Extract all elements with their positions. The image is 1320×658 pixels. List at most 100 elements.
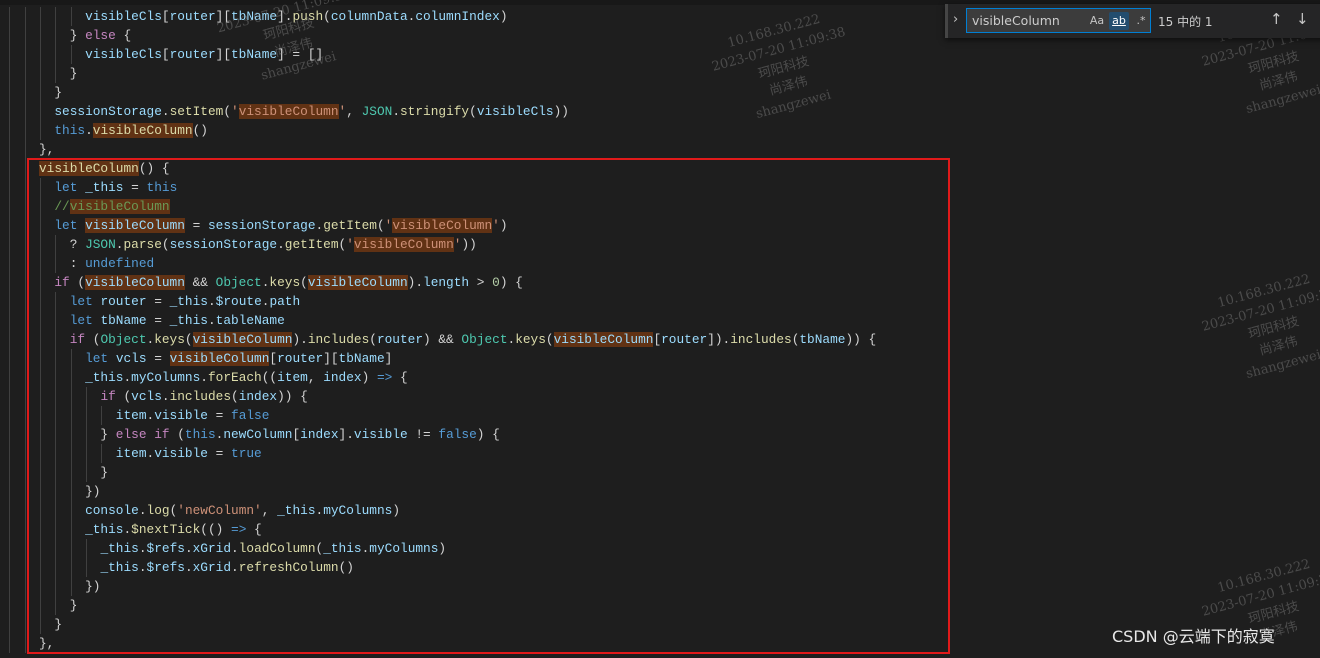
code-token: ( [223,104,232,119]
code-token: newColumn [223,427,293,442]
code-token: ) [499,218,508,233]
code-token: router [661,332,708,347]
indent-guide [9,501,11,520]
code-line[interactable]: } [39,64,78,83]
code-line[interactable]: let visibleColumn = sessionStorage.getIt… [39,216,508,235]
code-line[interactable]: }, [39,634,54,653]
code-token: )) [553,104,569,119]
code-line[interactable]: item.visible = true [39,444,262,463]
code-token: JSON [85,237,116,252]
code-token: Object [215,275,262,290]
code-token: ( [369,332,377,347]
code-line[interactable]: _this.$nextTick(() => { [39,520,262,539]
code-token: if [69,332,86,347]
code-token: ] = [] [277,47,324,62]
code-token: . [161,104,170,119]
code-token: ' [492,218,500,233]
code-editor[interactable]: visibleCls[router][tbName].push(columnDa… [0,0,1320,655]
code-token: ][ [323,351,339,366]
indent-guide [24,311,26,330]
code-line[interactable]: if (Object.keys(visibleColumn).includes(… [39,330,876,349]
code-token: sessionStorage [54,104,162,119]
code-line[interactable]: let router = _this.$route.path [39,292,300,311]
code-line[interactable]: if (visibleColumn && Object.keys(visible… [39,273,523,292]
code-line[interactable]: } [39,596,78,615]
toggle-replace-chevron-icon[interactable]: › [953,12,958,27]
code-token: )) { [845,332,877,347]
search-match: visibleColumn [553,332,654,347]
code-line[interactable]: } else { [39,26,131,45]
arrow-up-icon[interactable]: ↑ [1270,10,1283,28]
code-line[interactable]: } [39,83,62,102]
code-line[interactable]: _this.myColumns.forEach((item, index) =>… [39,368,408,387]
indent-guide [24,26,26,45]
indent-guide [9,368,11,387]
code-token: this [54,123,86,138]
code-token: [ [269,351,278,366]
code-line[interactable]: let _this = this [39,178,177,197]
indent-guide [24,216,26,235]
indent-guide [9,596,11,615]
code-line[interactable]: } [39,615,62,634]
code-token: } [39,427,116,442]
find-input[interactable]: visibleColumn Aa ab .* [966,8,1151,33]
code-token: = [184,218,208,233]
code-token: () { [138,161,170,176]
code-line[interactable]: this.visibleColumn() [39,121,208,140]
code-line[interactable]: let vcls = visibleColumn[router][tbName] [39,349,392,368]
code-token: $refs [146,560,185,575]
code-token: , [346,104,362,119]
code-token: > [469,275,493,290]
code-line[interactable]: : undefined [39,254,155,273]
indent-guide [24,159,26,178]
search-match: visibleColumn [238,104,339,119]
code-line[interactable]: ? JSON.parse(sessionStorage.getItem('vis… [39,235,477,254]
code-token: item [115,446,147,461]
regex-toggle[interactable]: .* [1131,12,1151,30]
code-token: . [138,541,147,556]
indent-guide [9,83,11,102]
code-token: else if [115,427,170,442]
code-line[interactable]: } [39,463,108,482]
code-token: tbName [100,313,147,328]
whole-word-toggle[interactable]: ab [1109,12,1129,30]
code-token: => [376,370,393,385]
code-line[interactable]: sessionStorage.setItem('visibleColumn', … [39,102,569,121]
code-token: && [184,275,216,290]
code-token: ) [392,503,401,518]
code-token: ( [323,9,331,24]
code-token: } [39,598,78,613]
code-token: [ [653,332,662,347]
code-token: _this [277,503,316,518]
code-line[interactable]: _this.$refs.xGrid.loadColumn(_this.myCol… [39,539,446,558]
code-line[interactable]: item.visible = false [39,406,270,425]
code-token: includes [730,332,792,347]
code-token: [ [292,427,301,442]
code-line[interactable]: _this.$refs.xGrid.refreshColumn() [39,558,353,577]
code-line[interactable]: visibleCls[router][tbName] = [] [39,45,323,64]
code-token: visibleCls [85,47,162,62]
code-token: . [138,560,147,575]
code-line[interactable]: //visibleColumn [39,197,170,216]
code-line[interactable]: visibleCls[router][tbName].push(columnDa… [39,7,507,26]
code-line[interactable]: console.log('newColumn', _this.myColumns… [39,501,400,520]
code-line[interactable]: visibleColumn() { [39,159,170,178]
code-token: false [438,427,477,442]
arrow-down-icon[interactable]: ↓ [1296,10,1309,28]
code-line[interactable]: if (vcls.includes(index)) { [39,387,307,406]
code-line[interactable]: }, [39,140,54,159]
code-token: . [392,104,400,119]
code-line[interactable]: }) [39,577,100,596]
code-token: )) [461,237,477,252]
match-case-toggle[interactable]: Aa [1087,12,1107,30]
code-line[interactable]: } else if (this.newColumn[index].visible… [39,425,499,444]
code-line[interactable]: let tbName = _this.tableName [39,311,285,330]
code-line[interactable]: }) [39,482,100,501]
code-token: if [100,389,116,404]
find-input-value[interactable]: visibleColumn [972,13,1060,28]
